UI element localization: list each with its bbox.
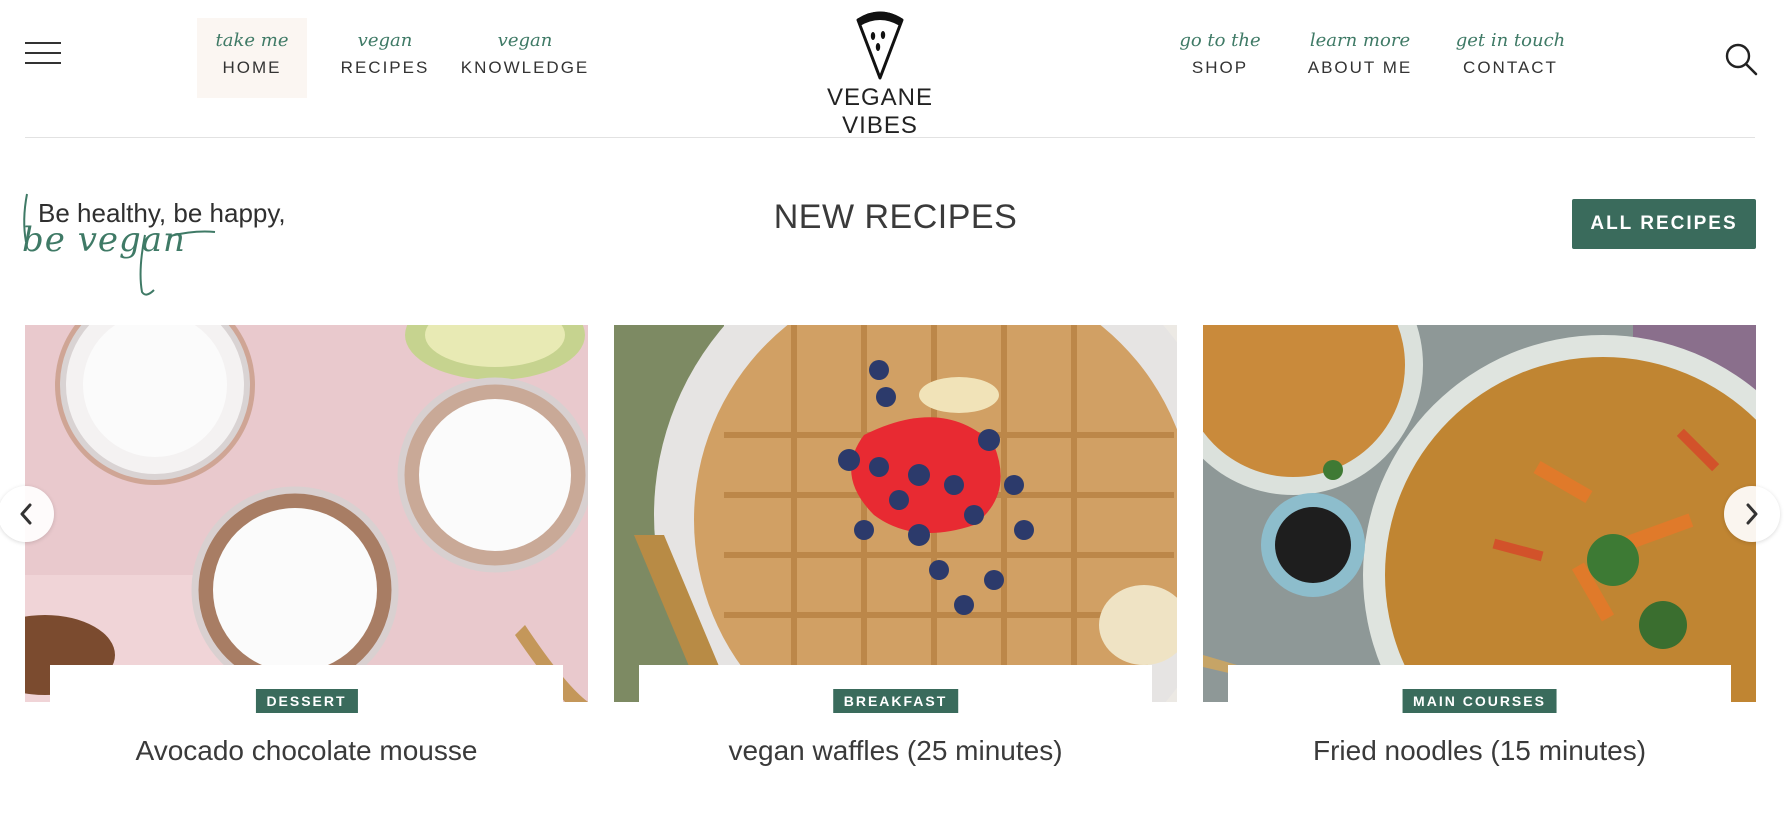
nav-about-me[interactable]: learn more ABOUT ME: [1295, 30, 1425, 78]
all-recipes-button[interactable]: ALL RECIPES: [1572, 199, 1756, 249]
pizza-slice-logo-icon: [856, 11, 904, 80]
nav-shop-label: SHOP: [1191, 58, 1249, 77]
recipe-title[interactable]: vegan waffles (25 minutes): [639, 735, 1152, 767]
nav-home-label: HOME: [222, 58, 282, 77]
category-badge[interactable]: BREAKFAST: [832, 689, 959, 713]
nav-contact-label: CONTACT: [1463, 58, 1558, 77]
chevron-right-icon: [1746, 503, 1758, 525]
nav-contact-kicker: get in touch: [1455, 30, 1566, 51]
tagline: Be healthy, be happy, be vegan: [20, 190, 320, 300]
nav-home-kicker: take me: [215, 30, 289, 51]
recipe-image-vegan-waffles[interactable]: [614, 325, 1177, 702]
recipe-title[interactable]: Avocado chocolate mousse: [50, 735, 563, 767]
nav-knowledge-kicker: vegan: [497, 30, 553, 51]
header-divider: [25, 137, 1755, 138]
search-icon[interactable]: [1724, 42, 1758, 76]
nav-recipes[interactable]: vegan RECIPES: [325, 30, 445, 78]
recipe-title[interactable]: Fried noodles (15 minutes): [1228, 735, 1731, 767]
dessert-cups-illustration: [25, 325, 588, 702]
site-logo[interactable]: VEGANE VIBES: [790, 6, 970, 139]
nav-contact[interactable]: get in touch CONTACT: [1448, 30, 1573, 78]
nav-recipes-label: RECIPES: [340, 58, 430, 77]
nav-about-kicker: learn more: [1309, 30, 1411, 51]
nav-about-label: ABOUT ME: [1307, 58, 1413, 77]
carousel-next-button[interactable]: [1724, 486, 1780, 542]
noodle-bowl-illustration: [1203, 325, 1756, 702]
recipe-card-vegan-waffles[interactable]: BREAKFAST vegan waffles (25 minutes): [614, 325, 1177, 775]
recipe-card-fried-noodles[interactable]: MAIN COURSES Fried noodles (15 minutes): [1203, 325, 1756, 775]
hamburger-line: [25, 62, 61, 64]
waffle-plate-illustration: [614, 325, 1177, 702]
recipe-image-fried-noodles[interactable]: [1203, 325, 1756, 702]
hamburger-menu-icon[interactable]: [25, 42, 61, 68]
chevron-left-icon: [20, 503, 32, 525]
recipe-info-panel: MAIN COURSES Fried noodles (15 minutes): [1228, 665, 1731, 775]
nav-shop[interactable]: go to the SHOP: [1160, 30, 1280, 78]
site-header: take me HOME vegan RECIPES vegan KNOWLED…: [0, 0, 1791, 139]
recipe-info-panel: DESSERT Avocado chocolate mousse: [50, 665, 563, 775]
category-badge[interactable]: MAIN COURSES: [1402, 689, 1557, 713]
hamburger-line: [25, 52, 61, 54]
nav-shop-kicker: go to the: [1179, 30, 1261, 51]
nav-recipes-kicker: vegan: [357, 30, 413, 51]
nav-home[interactable]: take me HOME: [192, 18, 312, 98]
tagline-line-2: be vegan: [22, 220, 186, 260]
carousel-prev-button[interactable]: [0, 486, 54, 542]
recipe-card-avocado-mousse[interactable]: DESSERT Avocado chocolate mousse: [25, 325, 588, 775]
category-badge[interactable]: DESSERT: [255, 689, 358, 713]
nav-knowledge-label: KNOWLEDGE: [460, 58, 590, 77]
recipe-info-panel: BREAKFAST vegan waffles (25 minutes): [639, 665, 1152, 775]
logo-text: VEGANE VIBES: [826, 84, 934, 139]
hamburger-line: [25, 42, 61, 44]
recipe-image-avocado-mousse[interactable]: [25, 325, 588, 702]
nav-knowledge[interactable]: vegan KNOWLEDGE: [455, 30, 595, 78]
